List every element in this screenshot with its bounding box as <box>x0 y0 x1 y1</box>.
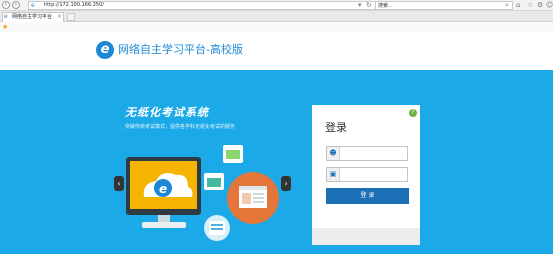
carousel-prev-button[interactable]: ‹ <box>114 176 124 191</box>
exam-illustration: e <box>126 145 279 241</box>
tab-favicon-icon: e <box>4 13 8 20</box>
smiley-icon[interactable]: ☺ <box>546 1 553 10</box>
dropdown-icon[interactable]: ▾ <box>358 1 362 10</box>
lock-icon: ▣ <box>327 168 340 181</box>
login-panel-footer <box>312 228 420 245</box>
refresh-icon[interactable]: ↻ <box>366 1 372 10</box>
forward-icon[interactable]: › <box>12 1 20 9</box>
gear-icon[interactable]: ⚙ <box>537 1 543 10</box>
favorites-star-icon[interactable]: ★ <box>2 22 8 32</box>
help-icon[interactable]: ? <box>409 109 417 117</box>
page-icon: e <box>31 2 35 9</box>
hero-subslogan: 突破传统考试模式，提供各学科无纸化考试的服务 <box>125 124 236 130</box>
svg-text:e: e <box>159 182 167 196</box>
search-icon[interactable]: ⌕ <box>505 1 509 10</box>
login-button[interactable]: 登 录 <box>326 188 409 204</box>
home-icon[interactable]: ⌂ <box>516 1 520 10</box>
star-icon[interactable]: ☆ <box>527 1 533 10</box>
tab-active[interactable]: 网络自主学习平台 <box>2 12 64 22</box>
new-tab-button[interactable] <box>67 13 75 21</box>
carousel-next-button[interactable]: › <box>281 176 291 191</box>
user-icon: ☻ <box>327 147 340 160</box>
hero-slogan: 无纸化考试系统 <box>125 106 209 119</box>
logo-icon: e <box>96 41 114 59</box>
page-header <box>0 32 553 70</box>
back-icon[interactable]: ‹ <box>2 1 10 9</box>
login-title: 登录 <box>325 121 347 134</box>
favorites-bar <box>0 22 553 32</box>
tab-bar <box>0 11 553 22</box>
tab-close-icon[interactable]: × <box>57 12 62 21</box>
site-title: 网络自主学习平台-高校版 <box>118 43 243 56</box>
address-text[interactable]: http://172.100.166.250/ <box>44 1 104 10</box>
search-input[interactable]: 搜索... <box>375 1 513 10</box>
